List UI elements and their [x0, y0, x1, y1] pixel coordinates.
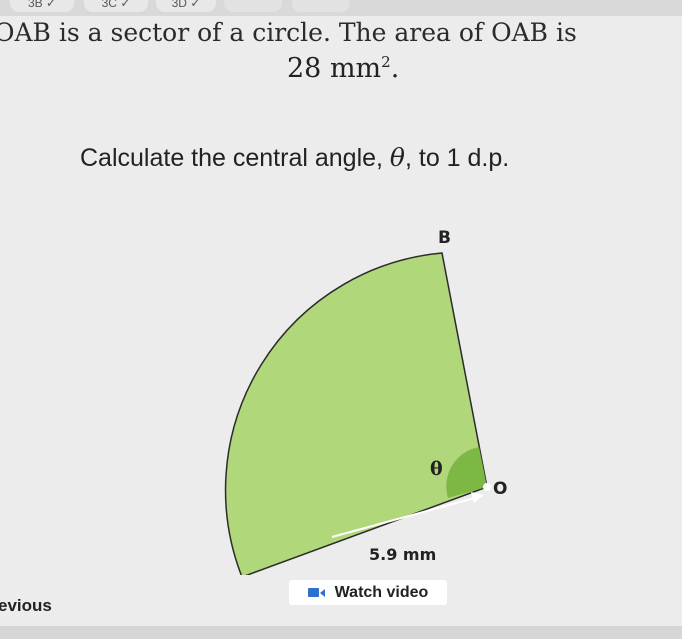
- tab-3d[interactable]: 3D ✓: [156, 0, 216, 12]
- area-number: 28 mm: [287, 53, 382, 84]
- sector-diagram: B O θ 5.9 mm: [224, 228, 507, 575]
- question-tabs: 3B ✓ 3C ✓ 3D ✓: [0, 0, 682, 16]
- task-after: , to 1 d.p.: [404, 144, 510, 172]
- watch-video-button[interactable]: Watch video: [289, 580, 447, 605]
- question-intro: OAB is a sector of a circle. The area of…: [0, 18, 682, 47]
- area-power: 2: [381, 53, 391, 71]
- task-text: Calculate the central angle, θ, to 1 d.p…: [80, 143, 509, 173]
- tab-3b-label: 3B: [27, 0, 43, 10]
- previous-button[interactable]: evious: [0, 596, 52, 616]
- area-value: 28 mm2.: [287, 53, 399, 84]
- check-icon: ✓: [45, 0, 57, 10]
- footer-strip: [0, 626, 682, 639]
- question-intro-text: OAB is a sector of a circle. The area of…: [0, 18, 577, 47]
- point-o: [483, 483, 491, 491]
- label-b: B: [438, 228, 451, 248]
- tab-3c[interactable]: 3C ✓: [84, 0, 148, 12]
- label-o: O: [493, 479, 507, 499]
- tab-3b[interactable]: 3B ✓: [10, 0, 74, 12]
- tab-3c-label: 3C: [101, 0, 117, 10]
- label-theta: θ: [430, 458, 443, 480]
- check-icon: ✓: [190, 0, 201, 10]
- tab-next[interactable]: [224, 0, 282, 12]
- tab-3d-label: 3D: [171, 0, 187, 10]
- radius-label: 5.9 mm: [369, 545, 436, 564]
- check-icon: ✓: [120, 0, 131, 10]
- area-end: .: [390, 53, 400, 84]
- watch-video-label: Watch video: [334, 583, 429, 601]
- tab-next-2[interactable]: [292, 0, 350, 12]
- task-before: Calculate the central angle,: [80, 144, 390, 172]
- task-theta: θ: [389, 143, 405, 172]
- arrow-head-right: [471, 492, 484, 503]
- sector-shape: [224, 252, 488, 575]
- video-camera-icon: [307, 588, 325, 597]
